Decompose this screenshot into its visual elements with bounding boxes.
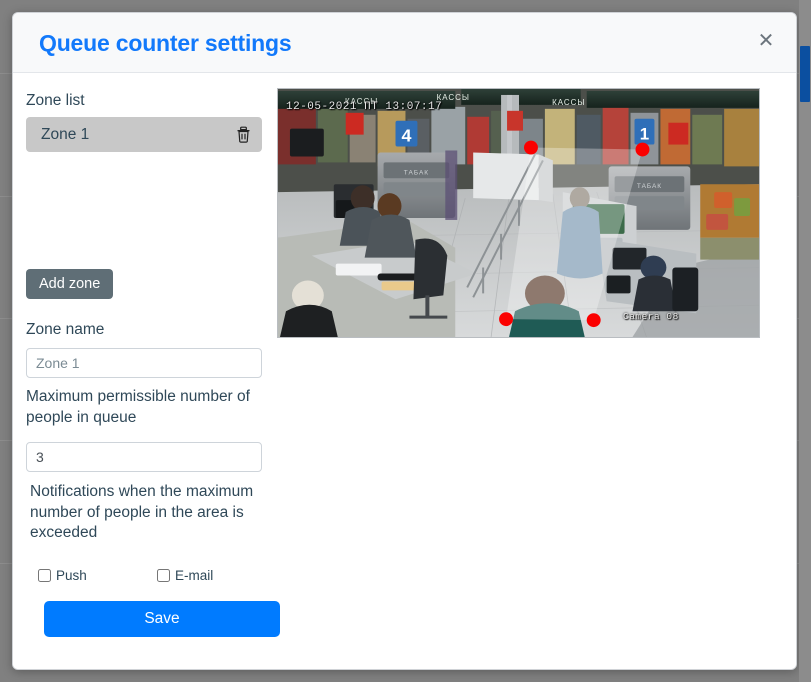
zone-handle-1[interactable]: [523, 140, 538, 155]
push-checkbox-wrap[interactable]: Push: [38, 568, 87, 583]
push-checkbox-label: Push: [56, 568, 87, 583]
trash-icon[interactable]: [236, 126, 251, 143]
zone-list-item-label: Zone 1: [41, 125, 90, 143]
dialog-body: Zone list Zone 1 Add zone Zone name Zone…: [13, 73, 796, 669]
zone-name-label: Zone name: [26, 321, 105, 338]
dialog-title: Queue counter settings: [39, 30, 292, 56]
dialog-header: Queue counter settings ✕: [13, 13, 796, 73]
zone-polygon-overlay[interactable]: [278, 89, 759, 337]
zone-polygon[interactable]: [506, 147, 643, 321]
close-icon[interactable]: ✕: [750, 25, 782, 57]
max-people-input[interactable]: [26, 442, 262, 472]
page-scrollbar-thumb[interactable]: [800, 46, 810, 102]
notifications-label: Notifications when the maximum number of…: [30, 483, 254, 542]
zone-name-input[interactable]: [26, 348, 262, 378]
email-checkbox-wrap[interactable]: E-mail: [157, 568, 213, 583]
zone-handle-2[interactable]: [635, 142, 650, 157]
queue-counter-settings-dialog: Queue counter settings ✕ Zone list Zone …: [12, 12, 797, 670]
email-checkbox[interactable]: [157, 569, 170, 582]
page-scrollbar[interactable]: [799, 0, 811, 682]
email-checkbox-label: E-mail: [175, 568, 214, 583]
notification-checkbox-row: Push E-mail: [38, 568, 274, 588]
zone-list-label: Zone list: [26, 92, 85, 109]
add-zone-button[interactable]: Add zone: [26, 269, 114, 299]
zone-list-item[interactable]: Zone 1: [26, 117, 262, 152]
max-people-label: Maximum permissible number of people in …: [26, 388, 250, 426]
zone-handle-4[interactable]: [499, 312, 514, 327]
save-button[interactable]: Save: [44, 601, 280, 637]
zone-list: Zone 1: [26, 117, 262, 152]
zone-editor-video[interactable]: КАССЫ КАССЫ КАССЫ ТАБАК ТАБАК 4 1 12-05-…: [277, 88, 760, 338]
zone-handle-3[interactable]: [586, 313, 601, 328]
push-checkbox[interactable]: [38, 569, 51, 582]
